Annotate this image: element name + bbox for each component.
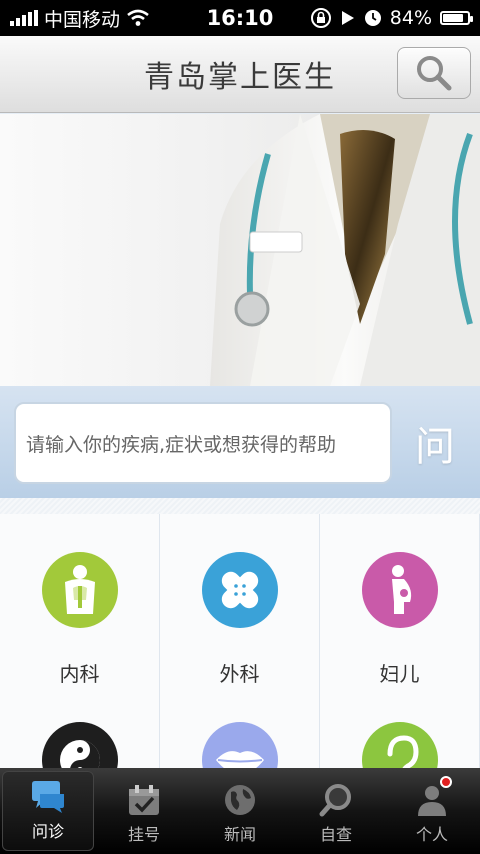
tab-label: 个人 xyxy=(415,825,448,844)
pregnant-woman-icon xyxy=(362,552,438,628)
calendar-check-icon xyxy=(129,785,159,815)
bandage-icon xyxy=(202,552,278,628)
department-stomatology[interactable] xyxy=(160,684,320,768)
department-tcm[interactable] xyxy=(0,684,160,768)
department-surgery[interactable]: 外科 xyxy=(160,514,320,700)
tab-label: 挂号 xyxy=(127,825,160,844)
carrier-name: 中国移动 xyxy=(44,8,121,31)
magnifier-icon xyxy=(319,784,351,817)
alarm-clock-icon xyxy=(364,10,381,26)
tab-register[interactable]: 挂号 xyxy=(96,768,192,854)
department-label: 内科 xyxy=(59,662,100,686)
status-bar: 中国移动 16:10 84% xyxy=(0,0,480,36)
internal-organs-icon xyxy=(42,552,118,628)
battery-percent: 84% xyxy=(389,7,432,29)
search-button[interactable] xyxy=(397,47,471,99)
department-label: 妇儿 xyxy=(379,662,420,686)
rotation-lock-icon xyxy=(310,8,331,28)
symptom-search-input[interactable]: 请输入你的疾病,症状或想获得的帮助 xyxy=(14,402,392,484)
signal-strength-icon xyxy=(10,10,38,26)
department-label: 外科 xyxy=(219,662,260,686)
tab-profile[interactable]: 个人 xyxy=(384,768,480,854)
tab-label: 新闻 xyxy=(223,825,256,844)
ear-icon xyxy=(362,722,438,768)
battery-icon xyxy=(440,11,473,25)
tab-news[interactable]: 新闻 xyxy=(192,768,288,854)
department-internal-medicine[interactable]: 内科 xyxy=(0,514,160,700)
tab-label: 自查 xyxy=(319,825,352,844)
tab-self-check[interactable]: 自查 xyxy=(288,768,384,854)
page-title: 青岛掌上医生 xyxy=(144,60,336,95)
person-icon xyxy=(418,786,446,816)
chat-bubble-icon xyxy=(32,781,64,813)
play-icon xyxy=(341,11,354,25)
ask-button[interactable]: 问 xyxy=(402,402,468,484)
globe-icon xyxy=(225,785,255,815)
search-icon xyxy=(417,56,452,91)
yin-yang-icon xyxy=(42,722,118,768)
lips-icon xyxy=(202,722,278,768)
ask-bar: 请输入你的疾病,症状或想获得的帮助 问 xyxy=(0,386,480,498)
department-grid: 内科 外科 妇儿 xyxy=(0,498,480,768)
wifi-icon xyxy=(127,9,149,26)
department-obstetrics-pediatrics[interactable]: 妇儿 xyxy=(320,514,480,700)
symptom-search-placeholder: 请输入你的疾病,症状或想获得的帮助 xyxy=(26,433,337,456)
doctor-banner-image xyxy=(0,114,480,386)
bottom-tab-bar: 问诊 挂号 新闻 自查 个人 xyxy=(0,768,480,854)
department-ent[interactable] xyxy=(320,684,480,768)
notification-badge xyxy=(440,776,452,788)
tab-consult[interactable]: 问诊 xyxy=(2,771,94,851)
header-bar: 青岛掌上医生 xyxy=(0,36,480,113)
tab-label: 问诊 xyxy=(31,822,64,841)
